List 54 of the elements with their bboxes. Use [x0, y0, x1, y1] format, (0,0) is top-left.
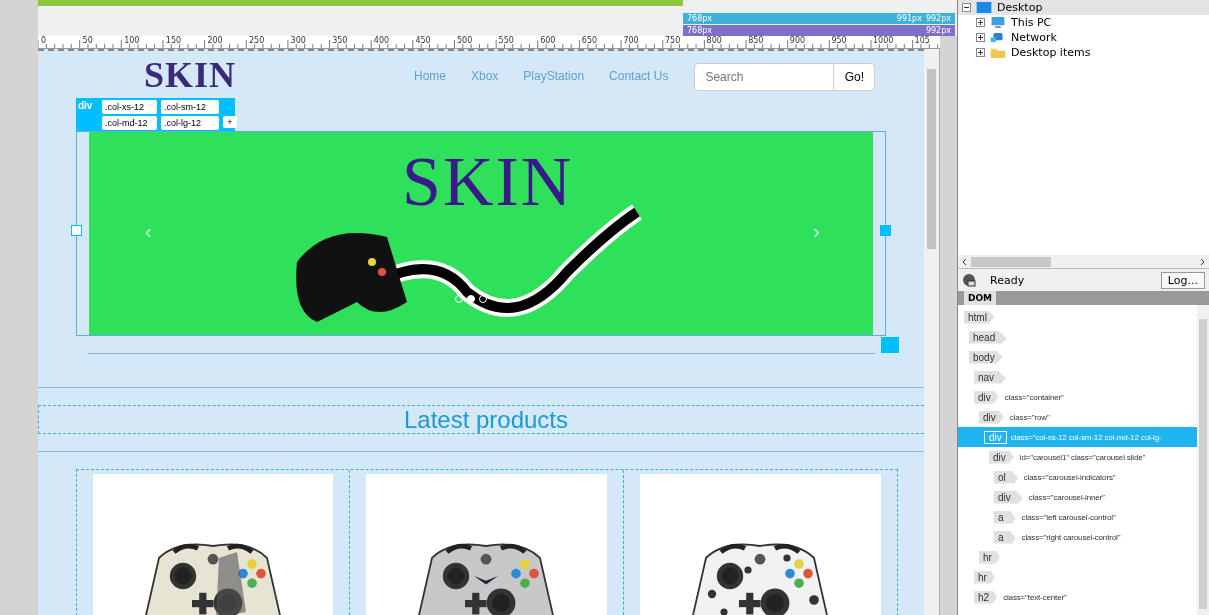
monitor-icon [990, 17, 1006, 28]
tree-item[interactable]: This PC [958, 15, 1209, 30]
search-field[interactable]: Search [694, 63, 835, 91]
panel-tab[interactable]: DOM [964, 291, 997, 305]
horizontal-scrollbar[interactable] [958, 255, 1209, 268]
dom-node[interactable]: div class="container" [958, 387, 1197, 407]
dom-node[interactable]: hr [958, 567, 1197, 587]
go-button[interactable]: Go! [834, 63, 876, 91]
desktop-icon [976, 2, 992, 13]
tree-item[interactable]: Network [958, 30, 1209, 45]
expand-icon[interactable] [976, 33, 985, 42]
product-card[interactable] [366, 474, 607, 615]
product-card[interactable] [639, 474, 881, 615]
class-tag[interactable]: .col-sm-12 [160, 100, 219, 114]
dom-node[interactable]: div class="carousel-inner" [958, 487, 1197, 507]
ruler: 0 50 100 150 200 250 300 350 400 450 500 550 600 650 700 750 800 850 900 950 1000 105 [38, 36, 940, 49]
class-tag[interactable]: .col-md-12 [101, 116, 157, 130]
scroll-right-icon[interactable] [1200, 257, 1205, 266]
expand-icon[interactable] [976, 18, 985, 27]
dom-node[interactable]: head [958, 327, 1197, 347]
dom-node[interactable]: h2 class="text-center" [958, 587, 1197, 607]
folder-icon [990, 47, 1006, 58]
dom-node[interactable]: nav [958, 367, 1197, 387]
tree-item[interactable]: Desktop [958, 0, 1209, 15]
network-icon [990, 32, 1006, 43]
slide-indicator[interactable] [466, 295, 475, 303]
scroll-left-icon[interactable] [962, 257, 967, 266]
status-text: Ready [990, 273, 1025, 287]
collapse-icon[interactable] [962, 3, 971, 12]
dom-node[interactable]: div id="carousel1" class="carousel slide" [958, 447, 1197, 467]
media-query-bar[interactable]: 768px 992px [683, 25, 955, 36]
dom-node[interactable]: body [958, 347, 1197, 367]
dom-node[interactable]: a class="right carousel-control" [958, 527, 1197, 547]
tree-item[interactable]: Desktop items [958, 45, 1209, 60]
dom-node[interactable]: a class="left carousel-control" [958, 507, 1197, 527]
vertical-scrollbar[interactable] [924, 49, 939, 615]
resize-handle[interactable] [70, 225, 82, 236]
log-button[interactable]: Log... [1160, 271, 1205, 289]
dom-node[interactable]: hr [958, 547, 1197, 567]
class-tag[interactable]: .col-xs-12 [101, 100, 157, 114]
element-selector[interactable]: div .col-xs-12 .col-sm-12 .col-md-12 .col-lg-12 + [75, 98, 235, 131]
resize-handle[interactable] [879, 225, 891, 236]
expand-icon[interactable] [976, 48, 985, 57]
class-tag[interactable]: .col-lg-12 [160, 116, 219, 130]
banner-title: SKIN [401, 142, 574, 222]
vertical-scrollbar[interactable] [1197, 305, 1209, 615]
dom-node[interactable]: ol class="carousel-indicators" [958, 467, 1197, 487]
resize-handle[interactable] [880, 337, 899, 353]
globe-icon [962, 273, 976, 287]
add-class-button[interactable]: + [222, 116, 237, 128]
product-card[interactable] [92, 474, 334, 615]
dom-node[interactable]: html [958, 307, 1197, 327]
dom-node[interactable]: div class="row" [958, 407, 1197, 427]
logo[interactable]: SKIN [143, 55, 236, 95]
